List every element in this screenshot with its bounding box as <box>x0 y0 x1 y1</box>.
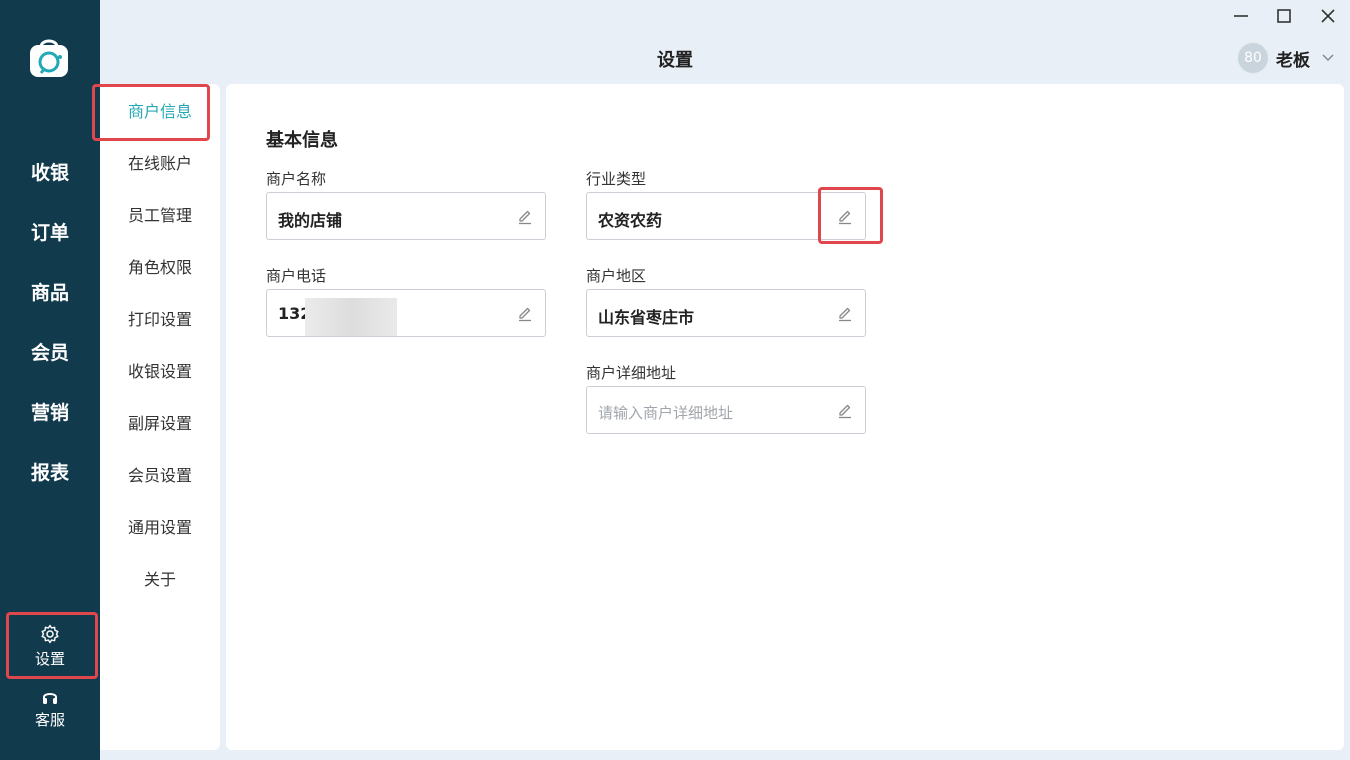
redaction-mask <box>305 298 397 336</box>
edit-icon[interactable] <box>516 304 534 322</box>
nav-item-orders[interactable]: 订单 <box>0 220 100 246</box>
settings-submenu: 商户信息 在线账户 员工管理 角色权限 打印设置 收银设置 副屏设置 会员设置 … <box>100 84 220 750</box>
edit-icon[interactable] <box>836 304 854 322</box>
headset-icon <box>43 693 57 704</box>
settings-highlight-box <box>6 612 98 679</box>
submenu-staff-management[interactable]: 员工管理 <box>100 205 220 227</box>
avatar: 80 <box>1236 41 1270 75</box>
phone-label: 商户电话 <box>266 267 327 285</box>
service-label: 客服 <box>34 711 65 729</box>
user-name: 老板 <box>1276 50 1310 71</box>
region-label: 商户地区 <box>586 267 647 285</box>
region-value: 山东省枣庄市 <box>598 308 695 327</box>
edit-icon[interactable] <box>516 207 534 225</box>
nav-item-cashier[interactable]: 收银 <box>0 160 100 186</box>
minimize-icon[interactable] <box>1229 6 1253 26</box>
region-field[interactable]: 山东省枣庄市 <box>586 289 866 337</box>
main-panel: 基本信息 商户名称 我的店铺 行业类型 农资农药 商户电话 132 商户地区 山… <box>226 84 1344 750</box>
address-field[interactable]: 请输入商户详细地址 <box>586 386 866 434</box>
app-logo-icon <box>30 39 68 77</box>
close-icon[interactable] <box>1316 6 1340 26</box>
merchant-name-label: 商户名称 <box>266 170 327 188</box>
address-placeholder: 请输入商户详细地址 <box>598 404 734 422</box>
phone-field[interactable]: 132 <box>266 289 546 337</box>
submenu-about[interactable]: 关于 <box>100 569 220 591</box>
nav-item-customer-service[interactable]: 客服 <box>0 689 100 730</box>
merchant-name-field[interactable]: 我的店铺 <box>266 192 546 240</box>
merchant-name-value: 我的店铺 <box>278 211 343 230</box>
maximize-icon[interactable] <box>1272 6 1296 26</box>
nav-item-products[interactable]: 商品 <box>0 280 100 306</box>
submenu-highlight-box <box>92 84 210 141</box>
submenu-online-account[interactable]: 在线账户 <box>100 153 220 175</box>
user-menu[interactable]: 80 老板 <box>1236 41 1334 75</box>
edit-icon[interactable] <box>836 401 854 419</box>
submenu-secondary-screen-settings[interactable]: 副屏设置 <box>100 413 220 435</box>
page-title: 设置 <box>657 50 693 71</box>
industry-value: 农资农药 <box>598 211 663 230</box>
submenu-print-settings[interactable]: 打印设置 <box>100 309 220 331</box>
industry-label: 行业类型 <box>586 170 647 188</box>
nav-item-marketing[interactable]: 营销 <box>0 400 100 426</box>
submenu-cashier-settings[interactable]: 收银设置 <box>100 361 220 383</box>
chevron-down-icon <box>1322 54 1334 62</box>
submenu-member-settings[interactable]: 会员设置 <box>100 465 220 487</box>
section-title: 基本信息 <box>266 130 338 151</box>
submenu-general-settings[interactable]: 通用设置 <box>100 517 220 539</box>
address-label: 商户详细地址 <box>586 364 677 382</box>
nav-item-members[interactable]: 会员 <box>0 340 100 366</box>
industry-edit-highlight-box <box>818 187 883 244</box>
app-window: 收银 订单 商品 会员 营销 报表 设置 客服 商户信息 在线账户 员工管理 角… <box>0 0 1350 760</box>
nav-item-reports[interactable]: 报表 <box>0 460 100 486</box>
submenu-role-permissions[interactable]: 角色权限 <box>100 257 220 279</box>
